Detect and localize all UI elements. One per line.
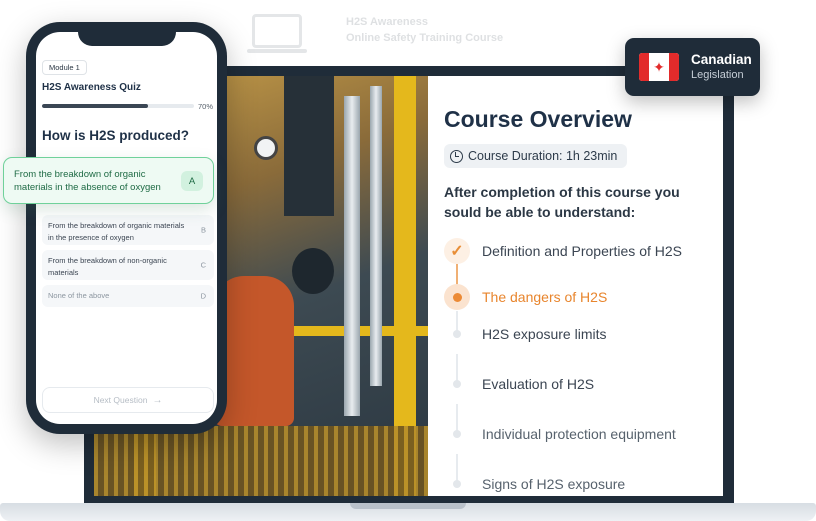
- answer-option-text: None of the above: [48, 291, 110, 300]
- topic-item[interactable]: Individual protection equipment: [444, 419, 719, 449]
- answer-option-letter: D: [200, 291, 206, 301]
- pending-step-icon: [444, 371, 470, 397]
- answer-option-text: From the breakdown of organic materials …: [48, 221, 185, 242]
- course-overview-subtitle: After completion of this course you soul…: [444, 184, 680, 220]
- laptop-icon: [247, 14, 307, 53]
- answer-option-text: From the breakdown of non-organic materi…: [48, 256, 167, 277]
- answer-option-letter: B: [200, 225, 206, 235]
- quiz-progress-fill: [42, 104, 149, 108]
- topic-item[interactable]: Evaluation of H2S: [444, 369, 719, 399]
- canada-flag-icon: ✦: [639, 53, 679, 81]
- brand-logo-line1: H2S Awareness: [346, 16, 428, 28]
- phone-screen: Module 1 H2S Awareness Quiz 70% How is H…: [36, 32, 217, 424]
- quiz-progress-text: 70%: [198, 102, 214, 111]
- answer-option-a-correct[interactable]: From the breakdown of organic materials …: [3, 157, 214, 204]
- topic-item[interactable]: Signs of H2S exposure: [444, 469, 719, 496]
- topic-item[interactable]: H2S exposure limits: [444, 319, 719, 349]
- next-question-label: Next Question: [93, 395, 148, 405]
- topic-label: H2S exposure limits: [482, 326, 607, 342]
- brand-logo: H2S Awareness Online Safety Training Cou…: [247, 12, 522, 53]
- topic-label: Definition and Properties of H2S: [482, 243, 682, 259]
- topic-item[interactable]: The dangers of H2S: [444, 282, 719, 312]
- pending-step-icon: [444, 321, 470, 347]
- check-icon: ✓: [444, 238, 470, 264]
- topic-label: The dangers of H2S: [482, 289, 608, 305]
- course-overview-title: Course Overview: [444, 106, 632, 132]
- course-duration-text: Course Duration: 1h 23min: [468, 149, 618, 163]
- brand-logo-line2: Online Safety Training Course: [346, 32, 504, 44]
- laptop-base: [0, 503, 816, 521]
- current-step-icon: [444, 284, 470, 310]
- course-duration-chip: Course Duration: 1h 23min: [444, 144, 628, 168]
- answer-option-d[interactable]: None of the above D: [42, 285, 214, 307]
- pending-step-icon: [444, 421, 470, 447]
- quiz-question: How is H2S produced?: [42, 128, 190, 143]
- answer-option-c[interactable]: From the breakdown of non-organic materi…: [42, 250, 214, 280]
- course-overview-panel: Course Overview Course Duration: 1h 23mi…: [428, 76, 723, 496]
- badge-subtitle: Legislation: [691, 69, 744, 81]
- module-chip: Module 1: [42, 60, 87, 75]
- answer-option-letter: C: [200, 260, 206, 270]
- clock-icon: [450, 149, 463, 163]
- next-question-button[interactable]: Next Question →: [42, 387, 214, 413]
- badge-title: Canadian: [691, 52, 752, 67]
- phone-notch: [78, 22, 176, 46]
- topic-label: Signs of H2S exposure: [482, 476, 626, 492]
- arrow-right-icon: →: [152, 394, 163, 406]
- answer-option-letter: A: [181, 171, 203, 191]
- answer-option-text: From the breakdown of organic materials …: [14, 169, 161, 193]
- topic-label: Individual protection equipment: [482, 426, 676, 442]
- topic-label: Evaluation of H2S: [482, 376, 595, 392]
- quiz-progress-bar: [42, 104, 194, 108]
- quiz-title: H2S Awareness Quiz: [42, 82, 141, 93]
- answer-option-b[interactable]: From the breakdown of organic materials …: [42, 215, 214, 245]
- topic-item[interactable]: ✓ Definition and Properties of H2S: [444, 236, 719, 266]
- pending-step-icon: [444, 471, 470, 496]
- canadian-legislation-badge: ✦ Canadian Legislation: [625, 38, 760, 96]
